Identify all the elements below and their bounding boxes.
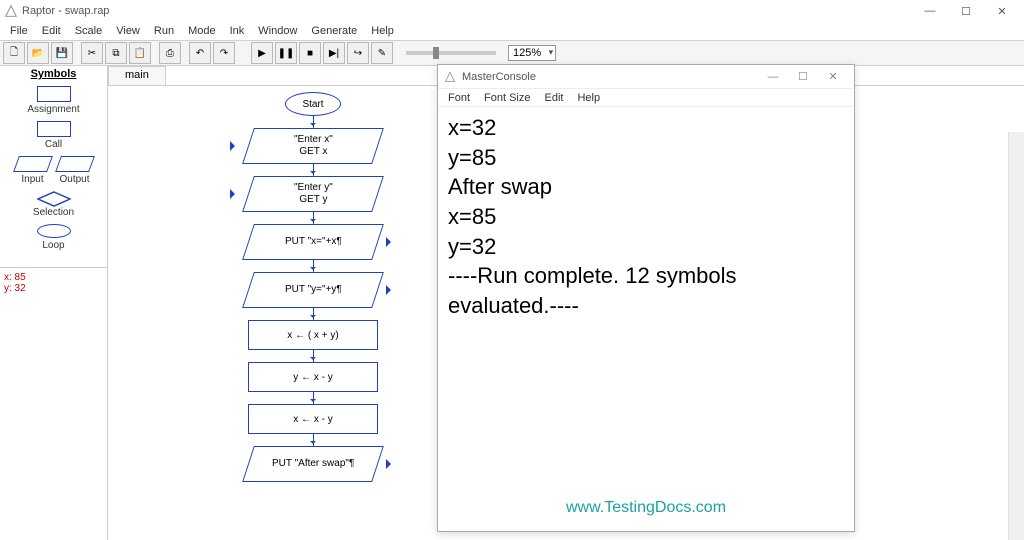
console-menu-edit[interactable]: Edit (538, 92, 569, 104)
console-maximize-button[interactable]: ☐ (788, 66, 818, 88)
pencil-button[interactable]: ✎ (371, 42, 393, 64)
console-close-button[interactable]: ✕ (818, 66, 848, 88)
watermark: www.TestingDocs.com (438, 499, 854, 517)
flow-output-afterswap[interactable]: PUT "After swap"¶ (242, 446, 384, 482)
console-icon (444, 71, 456, 83)
output-label: Output (58, 174, 92, 185)
copy-button[interactable]: ⧉ (105, 42, 127, 64)
console-minimize-button[interactable]: — (758, 66, 788, 88)
flow-start[interactable]: Start (285, 92, 341, 116)
input-label: Input (16, 174, 50, 185)
menu-window[interactable]: Window (252, 25, 303, 37)
title-bar: Raptor - swap.rap — ☐ ✕ (0, 0, 1024, 22)
step-button[interactable]: ▶| (323, 42, 345, 64)
console-line: After swap (448, 172, 844, 202)
menu-generate[interactable]: Generate (305, 25, 363, 37)
speed-slider[interactable] (406, 51, 496, 55)
flow-arrow (313, 212, 314, 224)
flow-input-x[interactable]: "Enter x"GET x (242, 128, 384, 164)
loop-label: Loop (42, 240, 64, 251)
loop-symbol[interactable] (37, 224, 71, 238)
flow-arrow (313, 434, 314, 446)
flow-output-y[interactable]: PUT "y="+y¶ (242, 272, 384, 308)
minimize-button[interactable]: — (912, 0, 948, 22)
flow-arrow (313, 260, 314, 272)
flow-arrow (313, 164, 314, 176)
symbols-title: Symbols (31, 68, 77, 80)
master-console-window[interactable]: MasterConsole — ☐ ✕ Font Font Size Edit … (437, 64, 855, 532)
new-button[interactable]: 🗋 (3, 42, 25, 64)
console-titlebar[interactable]: MasterConsole — ☐ ✕ (438, 65, 854, 89)
toolbar: 🗋 📂 💾 ✂ ⧉ 📋 ⎙ ↶ ↷ ▶ ❚❚ ■ ▶| ↪ ✎ 125% (0, 40, 1024, 66)
undo-button[interactable]: ↶ (189, 42, 211, 64)
console-line: y=85 (448, 143, 844, 173)
flow-output-x[interactable]: PUT "x="+x¶ (242, 224, 384, 260)
menu-bar: File Edit Scale View Run Mode Ink Window… (0, 22, 1024, 40)
flow-arrow (313, 350, 314, 362)
vertical-scrollbar[interactable] (1008, 132, 1024, 540)
app-icon (4, 4, 18, 18)
step-over-button[interactable]: ↪ (347, 42, 369, 64)
menu-ink[interactable]: Ink (224, 25, 251, 37)
window-title: Raptor - swap.rap (22, 5, 109, 17)
print-button[interactable]: ⎙ (159, 42, 181, 64)
paste-button[interactable]: 📋 (129, 42, 151, 64)
assignment-label: Assignment (27, 104, 79, 115)
console-menu-fontsize[interactable]: Font Size (478, 92, 536, 104)
console-line: ----Run complete. 12 symbols evaluated.-… (448, 261, 844, 320)
watch-line-1: x: 85 (4, 272, 103, 283)
tab-main[interactable]: main (108, 66, 166, 85)
flow-arrow (313, 392, 314, 404)
flow-assign-3[interactable]: x ← x - y (248, 404, 378, 434)
console-line: x=85 (448, 202, 844, 232)
stop-button[interactable]: ■ (299, 42, 321, 64)
close-button[interactable]: ✕ (984, 0, 1020, 22)
selection-symbol[interactable] (37, 191, 71, 207)
flow-input-y[interactable]: "Enter y"GET y (242, 176, 384, 212)
console-output: x=32 y=85 After swap x=85 y=32 ----Run c… (438, 107, 854, 327)
output-symbol[interactable] (55, 156, 95, 172)
call-symbol[interactable] (37, 121, 71, 137)
open-button[interactable]: 📂 (27, 42, 49, 64)
flow-assign-1[interactable]: x ← ( x + y) (248, 320, 378, 350)
cut-button[interactable]: ✂ (81, 42, 103, 64)
selection-label: Selection (33, 207, 74, 218)
menu-view[interactable]: View (110, 25, 146, 37)
flow-assign-2[interactable]: y ← x - y (248, 362, 378, 392)
call-label: Call (45, 139, 62, 150)
zoom-select[interactable]: 125% (508, 45, 556, 61)
menu-edit[interactable]: Edit (36, 25, 67, 37)
input-symbol[interactable] (13, 156, 53, 172)
menu-file[interactable]: File (4, 25, 34, 37)
menu-mode[interactable]: Mode (182, 25, 222, 37)
console-title: MasterConsole (462, 71, 536, 83)
save-button[interactable]: 💾 (51, 42, 73, 64)
console-line: x=32 (448, 113, 844, 143)
maximize-button[interactable]: ☐ (948, 0, 984, 22)
run-start-button[interactable]: ▶ (251, 42, 273, 64)
flow-arrow (313, 116, 314, 128)
console-menu-font[interactable]: Font (442, 92, 476, 104)
pause-button[interactable]: ❚❚ (275, 42, 297, 64)
symbols-panel: Symbols Assignment Call Input Output Sel… (0, 66, 108, 540)
watch-line-2: y: 32 (4, 283, 103, 294)
menu-help[interactable]: Help (365, 25, 400, 37)
menu-scale[interactable]: Scale (69, 25, 109, 37)
console-line: y=32 (448, 232, 844, 262)
console-menu-help[interactable]: Help (571, 92, 606, 104)
watch-panel: x: 85 y: 32 (0, 267, 107, 298)
flow-arrow (313, 308, 314, 320)
assignment-symbol[interactable] (37, 86, 71, 102)
console-menu-bar: Font Font Size Edit Help (438, 89, 854, 107)
redo-button[interactable]: ↷ (213, 42, 235, 64)
menu-run[interactable]: Run (148, 25, 180, 37)
